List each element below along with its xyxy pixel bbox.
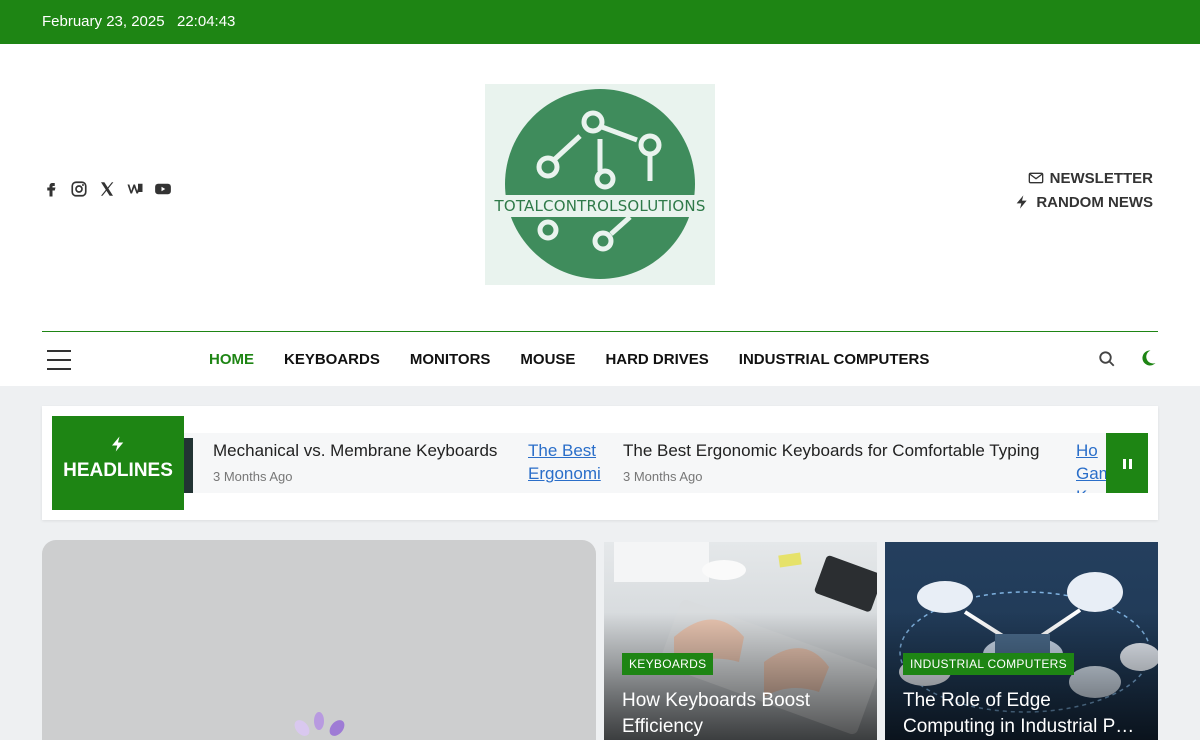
social-links	[42, 180, 172, 198]
pause-icon	[1123, 459, 1126, 469]
envelope-icon	[1028, 172, 1043, 184]
ticker-item[interactable]: The Best Ergonomic Keyboards for Comfort…	[623, 441, 1039, 484]
top-bar: February 23, 2025 22:04:43	[0, 0, 1200, 44]
ticker-pause-button[interactable]	[1106, 433, 1148, 493]
category-badge[interactable]: INDUSTRIAL COMPUTERS	[903, 653, 1074, 675]
broken-image-link[interactable]: The Best Ergonomi	[528, 439, 602, 493]
random-news-link[interactable]: RANDOM NEWS	[1014, 190, 1153, 214]
pause-icon	[1129, 459, 1132, 469]
search-icon[interactable]	[1098, 350, 1116, 368]
broken-image-link[interactable]: Ho Gam K	[1076, 439, 1110, 493]
hamburger-menu-icon[interactable]	[47, 350, 71, 370]
lightning-icon	[112, 436, 124, 452]
dark-mode-moon-icon[interactable]	[1138, 348, 1158, 368]
nav-item-mouse[interactable]: MOUSE	[520, 351, 575, 368]
wikipedia-icon[interactable]	[126, 180, 144, 198]
instagram-icon[interactable]	[70, 180, 88, 198]
article-card[interactable]: INDUSTRIAL COMPUTERS The Role of Edge Co…	[885, 542, 1158, 740]
loading-spinner-icon	[294, 712, 345, 736]
logo-wordmark: TOTALCONTROLSOLUTIONS	[485, 195, 715, 217]
nav-menu: HOME KEYBOARDS MONITORS MOUSE HARD DRIVE…	[209, 351, 929, 368]
headlines-label: HEADLINES	[52, 416, 184, 510]
article-title[interactable]: How Keyboards Boost Efficiency	[622, 688, 862, 740]
ticker-item-time: 3 Months Ago	[213, 469, 293, 484]
current-time: 22:04:43	[177, 13, 236, 30]
ticker-item-time: 3 Months Ago	[623, 469, 703, 484]
newsletter-link[interactable]: NEWSLETTER	[1014, 166, 1153, 190]
headlines-ticker: HEADLINES Mechanical vs. Membrane Keyboa…	[42, 406, 1158, 520]
newsletter-label: NEWSLETTER	[1049, 169, 1153, 187]
nav-item-industrial-computers[interactable]: INDUSTRIAL COMPUTERS	[739, 351, 930, 368]
main-navigation: HOME KEYBOARDS MONITORS MOUSE HARD DRIVE…	[42, 331, 1158, 386]
article-card[interactable]: KEYBOARDS How Keyboards Boost Efficiency	[604, 542, 877, 740]
nav-item-hard-drives[interactable]: HARD DRIVES	[605, 351, 708, 368]
current-date: February 23, 2025	[42, 13, 165, 30]
ticker-strip: Mechanical vs. Membrane Keyboards 3 Mont…	[184, 433, 1148, 493]
site-logo[interactable]: TOTALCONTROLSOLUTIONS	[485, 84, 715, 285]
article-title[interactable]: The Role of Edge Computing in Industrial…	[903, 688, 1143, 740]
ticker-item-title[interactable]: Mechanical vs. Membrane Keyboards	[213, 441, 497, 461]
lightning-icon	[1016, 195, 1027, 209]
x-icon[interactable]	[98, 180, 116, 198]
random-news-label: RANDOM NEWS	[1036, 193, 1153, 211]
facebook-icon[interactable]	[42, 180, 60, 198]
youtube-icon[interactable]	[154, 180, 172, 198]
headlines-label-text: HEADLINES	[63, 460, 173, 481]
ticker-item[interactable]: Mechanical vs. Membrane Keyboards 3 Mont…	[213, 441, 497, 484]
logo-network-icon	[536, 110, 662, 252]
featured-slider-placeholder[interactable]	[42, 540, 596, 740]
nav-item-home[interactable]: HOME	[209, 351, 254, 368]
ticker-item-title[interactable]: The Best Ergonomic Keyboards for Comfort…	[623, 441, 1039, 461]
nav-item-keyboards[interactable]: KEYBOARDS	[284, 351, 380, 368]
site-header: TOTALCONTROLSOLUTIONS NEWSLETTER RANDOM …	[0, 44, 1200, 386]
ticker-thumbnail[interactable]	[184, 438, 193, 493]
category-badge[interactable]: KEYBOARDS	[622, 653, 714, 675]
header-links: NEWSLETTER RANDOM NEWS	[1014, 166, 1153, 214]
nav-item-monitors[interactable]: MONITORS	[410, 351, 491, 368]
